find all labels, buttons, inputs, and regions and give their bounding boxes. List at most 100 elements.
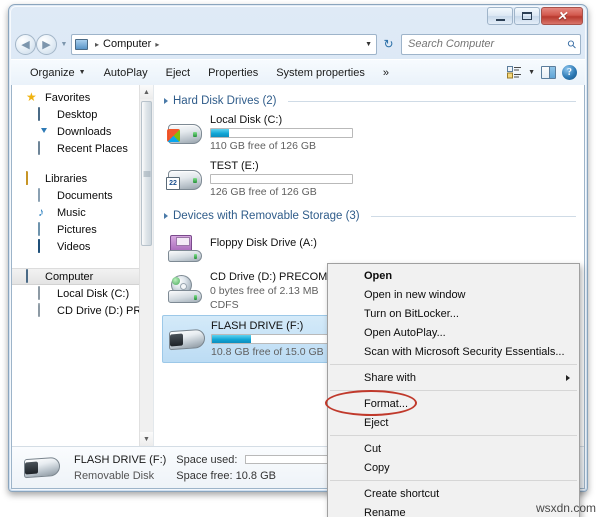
menu-item-format[interactable]: Format... xyxy=(325,390,579,416)
security-essentials-icon xyxy=(340,345,354,358)
menu-item-turn-on-bitlocker[interactable]: Turn on BitLocker... xyxy=(328,304,579,323)
menu-item-open[interactable]: Open xyxy=(328,266,579,285)
toolbar-overflow-label: » xyxy=(382,66,389,79)
sidebar-item-cd-drive-d[interactable]: CD Drive (D:) PRE xyxy=(12,302,153,319)
watermark-wsxdn: wsxdn.com xyxy=(535,501,596,515)
toolbar-properties[interactable]: Properties xyxy=(199,64,267,82)
drive-info: TEST (E:) 126 GB free of 126 GB xyxy=(210,160,371,198)
sidebar-label-pictures: Pictures xyxy=(57,223,97,236)
group-header-label-removable: Devices with Removable Storage (3) xyxy=(173,210,360,222)
recent-pages-button[interactable]: ▼ xyxy=(59,41,69,48)
minimize-button[interactable] xyxy=(487,7,513,25)
group-header-hard-disk-drives[interactable]: Hard Disk Drives (2) xyxy=(164,95,584,107)
downloads-icon xyxy=(38,125,52,138)
drive-item-floppy-a[interactable]: Floppy Disk Drive (A:) xyxy=(162,225,375,267)
scrollbar-grip-icon xyxy=(143,171,150,176)
menu-separator-2 xyxy=(330,390,577,391)
address-bar[interactable]: ▸ Computer ▸ ▼ xyxy=(71,33,377,55)
close-button[interactable]: ✕ xyxy=(541,7,583,25)
sidebar-label-desktop: Desktop xyxy=(57,108,98,121)
sidebar-item-documents[interactable]: Documents xyxy=(12,187,153,204)
toolbar-autoplay[interactable]: AutoPlay xyxy=(95,64,157,82)
capacity-bar-test-e xyxy=(210,174,353,184)
refresh-button[interactable]: ↻ xyxy=(379,35,398,54)
menu-item-scan-security-essentials[interactable]: Scan with Microsoft Security Essentials.… xyxy=(328,342,579,361)
forward-button[interactable]: ▶ xyxy=(36,33,57,55)
sidebar-item-libraries[interactable]: Libraries xyxy=(12,170,153,187)
scrollbar-thumb[interactable] xyxy=(141,101,152,246)
toolbar-organize[interactable]: Organize ▼ xyxy=(21,64,95,82)
sidebar-label-downloads: Downloads xyxy=(57,125,112,138)
menu-label-open-in-new-window: Open in new window xyxy=(364,288,466,301)
scroll-up-icon[interactable]: ▲ xyxy=(140,85,153,99)
address-dropdown-icon[interactable]: ▼ xyxy=(365,41,372,48)
drive-item-local-disk-c[interactable]: Local Disk (C:) 110 GB free of 126 GB xyxy=(162,110,375,156)
menu-label-scan-security-essentials: Scan with Microsoft Security Essentials.… xyxy=(364,345,565,358)
title-bar: ✕ xyxy=(9,5,587,29)
sidebar-item-music[interactable]: ♪ Music xyxy=(12,204,153,221)
drive-info: Local Disk (C:) 110 GB free of 126 GB xyxy=(210,114,371,152)
sidebar-item-downloads[interactable]: Downloads xyxy=(12,123,153,140)
menu-item-eject[interactable]: Eject xyxy=(328,413,579,432)
computer-icon xyxy=(75,38,89,51)
breadcrumb-computer[interactable]: Computer xyxy=(103,38,151,50)
pictures-icon xyxy=(38,222,52,236)
sidebar-label-recent-places: Recent Places xyxy=(57,142,128,155)
drive-name-floppy-a: Floppy Disk Drive (A:) xyxy=(210,237,317,249)
search-box[interactable]: ⚲ xyxy=(401,33,581,55)
hard-disk-icon: 22 xyxy=(166,164,204,194)
menu-label-format: Format... xyxy=(364,397,409,410)
sidebar-item-recent-places[interactable]: Recent Places xyxy=(12,140,153,157)
details-space-used-label: Space used: xyxy=(176,453,238,466)
menu-item-open-autoplay[interactable]: Open AutoPlay... xyxy=(328,323,579,342)
sidebar-label-music: Music xyxy=(57,206,86,219)
drive-badge: 22 xyxy=(166,177,180,190)
details-space-free-label: Space free: xyxy=(176,469,233,482)
sidebar-item-computer[interactable]: Computer xyxy=(12,268,153,285)
toolbar-eject[interactable]: Eject xyxy=(157,64,199,82)
details-title-column: FLASH DRIVE (F:) Removable Disk xyxy=(74,452,166,484)
menu-item-copy[interactable]: Copy xyxy=(328,458,579,477)
sidebar-scrollbar[interactable]: ▲ ▼ xyxy=(139,85,153,446)
documents-icon xyxy=(38,188,52,202)
maximize-button[interactable] xyxy=(514,7,540,25)
search-input[interactable] xyxy=(406,37,568,51)
sidebar-item-favorites[interactable]: ★ Favorites xyxy=(12,89,153,106)
sidebar-label-computer: Computer xyxy=(45,270,94,283)
menu-item-share-with[interactable]: Share with xyxy=(328,368,579,387)
recent-places-icon xyxy=(38,141,52,155)
back-icon: ◀ xyxy=(21,38,30,51)
view-dropdown-icon[interactable]: ▼ xyxy=(528,69,535,76)
drive-capacity-test-e: 126 GB free of 126 GB xyxy=(210,186,317,198)
menu-label-rename: Rename xyxy=(364,506,406,517)
menu-item-open-in-new-window[interactable]: Open in new window xyxy=(328,285,579,304)
sidebar-item-desktop[interactable]: Desktop xyxy=(12,106,153,123)
menu-label-create-shortcut: Create shortcut xyxy=(364,487,440,500)
sidebar-item-pictures[interactable]: Pictures xyxy=(12,221,153,238)
music-icon: ♪ xyxy=(38,205,44,219)
nav-group-libraries: Libraries Documents ♪ Music Pictures Vid… xyxy=(12,170,153,255)
navigation-pane: ★ Favorites Desktop Downloads Recent Pla… xyxy=(12,85,154,446)
desktop-icon xyxy=(38,107,52,121)
back-button[interactable]: ◀ xyxy=(15,33,36,55)
sidebar-label-libraries: Libraries xyxy=(45,172,88,185)
breadcrumb-separator-2[interactable]: ▸ xyxy=(151,40,163,49)
sidebar-item-videos[interactable]: Videos xyxy=(12,238,153,255)
scroll-down-icon[interactable]: ▼ xyxy=(140,432,153,446)
menu-label-cut: Cut xyxy=(364,442,382,455)
sidebar-item-local-disk-c[interactable]: Local Disk (C:) xyxy=(12,285,153,302)
preview-pane-icon[interactable] xyxy=(541,66,556,79)
toolbar-overflow[interactable]: » xyxy=(374,64,398,82)
menu-label-eject: Eject xyxy=(364,416,389,429)
toolbar-system-properties[interactable]: System properties xyxy=(267,64,374,82)
nav-group-favorites: ★ Favorites Desktop Downloads Recent Pla… xyxy=(12,89,153,157)
group-header-removable-storage[interactable]: Devices with Removable Storage (3) xyxy=(164,210,584,222)
expand-triangle-icon xyxy=(164,213,168,219)
chevron-down-icon: ▼ xyxy=(78,69,86,76)
help-icon[interactable]: ? xyxy=(562,65,577,80)
menu-label-share-with: Share with xyxy=(364,371,416,384)
menu-item-cut[interactable]: Cut xyxy=(328,439,579,458)
drive-item-test-e[interactable]: 22 TEST (E:) 126 GB free of 126 GB xyxy=(162,156,375,202)
change-view-icon[interactable] xyxy=(507,66,522,79)
